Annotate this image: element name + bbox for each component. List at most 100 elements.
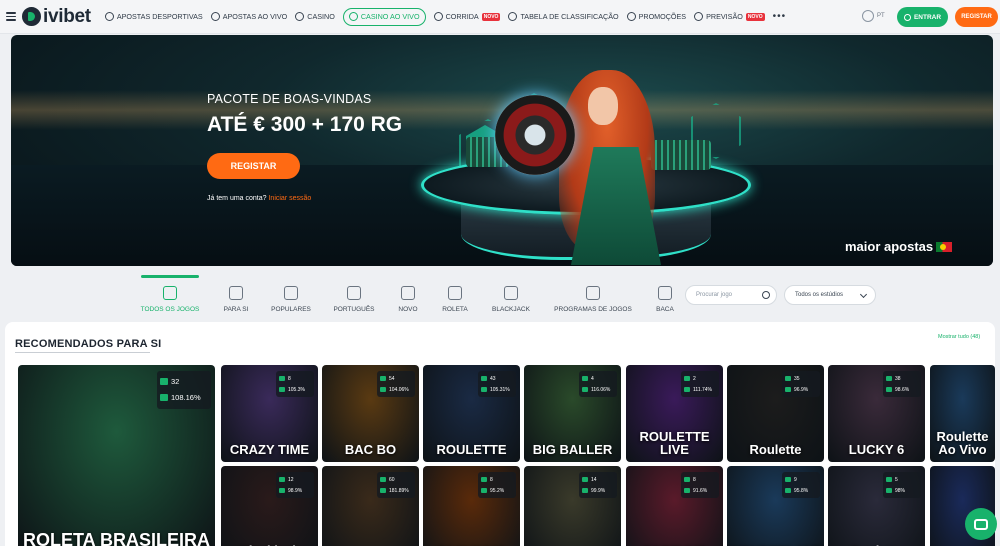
rtp-value: 95.2%: [490, 487, 505, 494]
chat-button[interactable]: [965, 508, 997, 540]
section-title: RECOMENDADOS PARA SI: [15, 338, 162, 350]
hero-login-line: Já tem uma conta? Iniciar sessão: [207, 195, 311, 202]
rtp-badge: 35 96.9%: [782, 371, 820, 397]
show-all-link[interactable]: Mostrar tudo (48): [938, 334, 980, 340]
category-tab[interactable]: PROGRAMAS DE JOGOS: [554, 276, 632, 313]
players-icon: [785, 376, 791, 381]
game-tile[interactable]: 14 99.9%: [524, 466, 621, 546]
hero-login-link[interactable]: Iniciar sessão: [268, 195, 311, 202]
nav-item-label: CORRIDA: [445, 12, 479, 21]
live-casino-icon: [348, 12, 358, 21]
rtp-value: 105.3%: [288, 386, 305, 393]
chip-stack: [651, 140, 711, 170]
nav-item[interactable]: PREVISÃO NOVO: [694, 8, 765, 26]
rtp-badge: 4 116.06%: [579, 371, 617, 397]
players-count: 9: [794, 476, 797, 483]
game-tile[interactable]: Blackjack1298.9%: [221, 466, 318, 546]
gift-icon: [626, 12, 636, 21]
nav-item[interactable]: CASINO: [295, 8, 335, 26]
category-tab[interactable]: POPULARES: [261, 276, 321, 313]
search-placeholder: Procurar jogo: [696, 292, 733, 298]
register-button[interactable]: REGISTAR: [955, 7, 998, 27]
game-tile[interactable]: WONDERLAND995.8%: [727, 466, 824, 546]
rtp-icon: [279, 387, 285, 392]
language-selector[interactable]: PT: [862, 10, 885, 22]
players-icon: [380, 376, 386, 381]
game-tile[interactable]: FORTUNE891.6%: [626, 466, 723, 546]
category-label: POPULARES: [271, 306, 311, 313]
hero-register-button[interactable]: REGISTAR: [207, 153, 300, 179]
category-label: PORTUGUÊS: [333, 306, 375, 313]
players-icon: [684, 376, 690, 381]
category-label: BLACKJACK: [492, 306, 530, 313]
category-tab[interactable]: ROLETA: [425, 276, 485, 313]
rtp-icon: [380, 387, 386, 392]
rtp-value: 98.9%: [288, 487, 303, 494]
rtp-icon: [785, 488, 791, 493]
nav-item[interactable]: TABELA DE CLASSIFICAÇÃO: [508, 8, 619, 26]
category-tab[interactable]: PARA SI: [206, 276, 266, 313]
live-icon: [210, 12, 220, 21]
hero-login-text: Já tem uma conta?: [207, 195, 267, 202]
game-tile[interactable]: LUCKY 6 38 98.6%: [828, 365, 925, 462]
nav-item[interactable]: PROMOÇÕES: [626, 8, 687, 26]
game-tile[interactable]: Roulette Ao Vivo: [930, 365, 995, 462]
game-tile[interactable]: 60 181.89%: [322, 466, 419, 546]
rtp-icon: [481, 387, 487, 392]
game-tile[interactable]: Roulette 35 96.9%: [727, 365, 824, 462]
game-tile[interactable]: CRAZY TIME 8 105.3%: [221, 365, 318, 462]
game-tile[interactable]: ROULETTE LIVE 2 111.74%: [626, 365, 723, 462]
logo-text: ivibet: [43, 5, 91, 27]
game-tile[interactable]: PACHINKO895.2%: [423, 466, 520, 546]
game-tile[interactable]: Roulette598%: [828, 466, 925, 546]
nav-item[interactable]: APOSTAS DESPORTIVAS: [104, 8, 203, 26]
rtp-value: 91.6%: [693, 487, 708, 494]
login-button[interactable]: ENTRAR: [897, 7, 948, 27]
studios-dropdown[interactable]: Todos os estúdios: [784, 285, 876, 305]
players-count: 38: [895, 375, 901, 382]
search-icon[interactable]: [762, 291, 770, 299]
top-header: ivibet APOSTAS DESPORTIVAS APOSTAS AO VIV…: [0, 0, 1000, 34]
brand-tag-text: maior apostas: [845, 239, 934, 254]
hero-subtitle: PACOTE DE BOAS-VINDAS: [207, 92, 372, 106]
players-count: 2: [693, 375, 696, 382]
more-menu-icon[interactable]: •••: [773, 11, 787, 22]
hero-banner[interactable]: PACOTE DE BOAS-VINDAS ATÉ € 300 + 170 RG…: [11, 35, 993, 266]
nav-item[interactable]: APOSTAS AO VIVO: [210, 8, 287, 26]
new-badge: NOVO: [745, 12, 765, 21]
logo[interactable]: ivibet: [22, 6, 91, 28]
nav-item-label: PROMOÇÕES: [638, 12, 687, 21]
rtp-badge: 12 98.9%: [276, 472, 314, 498]
nav-item-label: APOSTAS DESPORTIVAS: [116, 12, 203, 21]
category-tab[interactable]: BLACKJACK: [481, 276, 541, 313]
language-label: PT: [877, 13, 885, 19]
rtp-badge: 14 99.9%: [579, 472, 617, 498]
chat-icon: [974, 518, 988, 530]
race-icon: [433, 12, 443, 21]
blackjack-icon: [504, 286, 518, 300]
nav-item[interactable]: CORRIDA NOVO: [433, 8, 501, 26]
rtp-value: 116.06%: [591, 386, 611, 393]
players-count: 12: [288, 476, 294, 483]
rtp-icon: [886, 387, 892, 392]
category-tab[interactable]: TODOS OS JOGOS: [140, 276, 200, 313]
search-input[interactable]: Procurar jogo: [685, 285, 777, 305]
game-tile[interactable]: BIG BALLER 4 116.06%: [524, 365, 621, 462]
rtp-value: 108.16%: [171, 392, 201, 402]
game-tile[interactable]: ROLETA BRASILEIRA 32 108.16%: [18, 365, 215, 546]
players-count: 4: [591, 375, 594, 382]
game-tile[interactable]: BAC BO 54 104.06%: [322, 365, 419, 462]
players-count: 32: [171, 376, 180, 386]
players-icon: [279, 376, 285, 381]
menu-icon[interactable]: [6, 12, 16, 21]
nav-item[interactable]: CASINO AO VIVO: [342, 7, 426, 26]
rtp-icon: [481, 488, 487, 493]
category-label: BACA: [656, 306, 674, 313]
game-title: BIG BALLER: [532, 442, 613, 457]
category-tab[interactable]: PORTUGUÊS: [324, 276, 384, 313]
game-tile[interactable]: ROULETTE 43 105.31%: [423, 365, 520, 462]
rtp-value: 105.31%: [490, 386, 510, 393]
players-count: 54: [389, 375, 395, 382]
players-icon: [279, 477, 285, 482]
category-label: PROGRAMAS DE JOGOS: [554, 306, 632, 313]
